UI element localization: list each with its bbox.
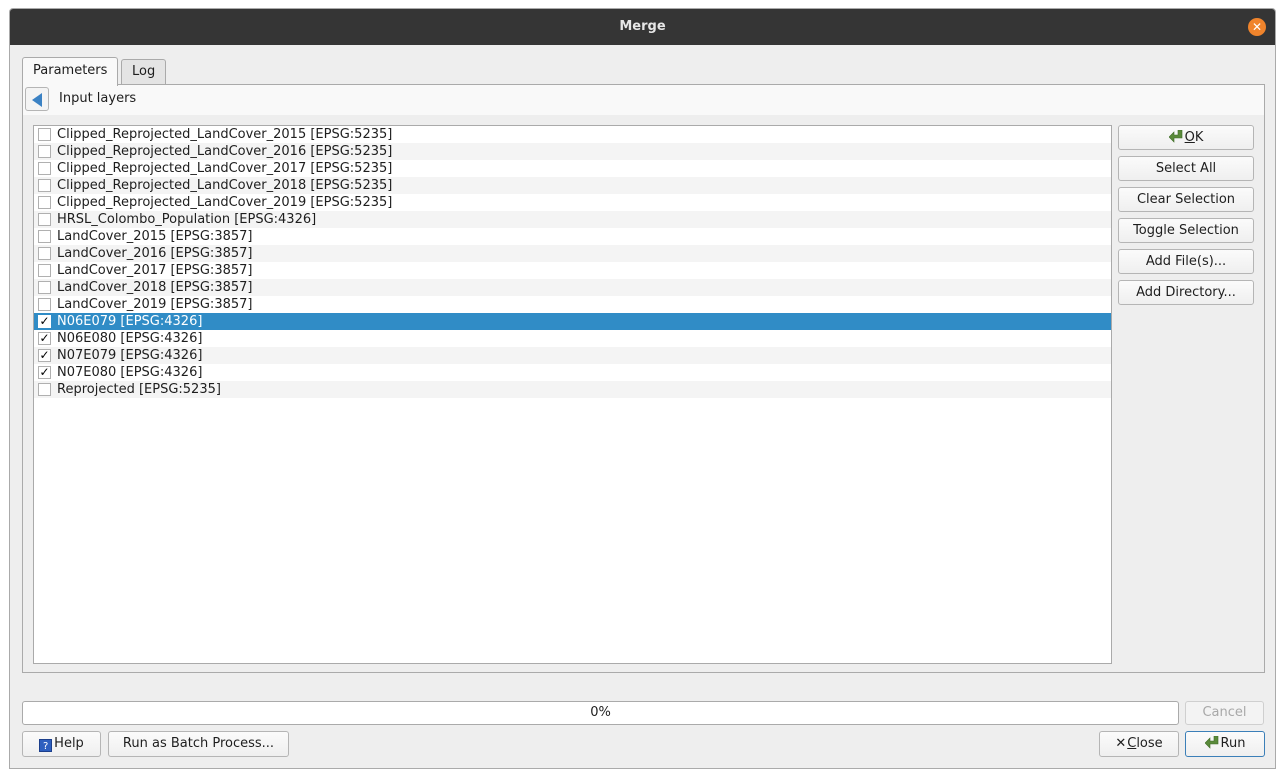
select-all-button[interactable]: Select All	[1118, 156, 1254, 181]
ok-label: K	[1194, 130, 1204, 145]
layer-row[interactable]: Clipped_Reprojected_LandCover_2015 [EPSG…	[34, 126, 1111, 143]
tab-parameters[interactable]: Parameters	[22, 57, 119, 86]
layer-checkbox[interactable]: ✓	[38, 332, 51, 345]
layer-checkbox[interactable]	[38, 264, 51, 277]
layer-row[interactable]: LandCover_2018 [EPSG:3857]	[34, 279, 1111, 296]
close-button[interactable]: ✕Close	[1099, 731, 1179, 757]
merge-dialog: Merge ✕ Parameters Log Input layers Clip…	[9, 8, 1276, 769]
layer-label: N07E080 [EPSG:4326]	[57, 365, 203, 380]
layer-label: N06E080 [EPSG:4326]	[57, 331, 203, 346]
layer-row[interactable]: ✓ N07E080 [EPSG:4326]	[34, 364, 1111, 381]
panel-header: Input layers	[23, 85, 1264, 115]
layer-row[interactable]: Clipped_Reprojected_LandCover_2017 [EPSG…	[34, 160, 1111, 177]
window-close-icon[interactable]: ✕	[1248, 18, 1266, 36]
layer-checkbox[interactable]: ✓	[38, 315, 51, 328]
progress-bar: 0%	[22, 701, 1179, 725]
layer-label: Clipped_Reprojected_LandCover_2015 [EPSG…	[57, 127, 393, 142]
layer-checkbox[interactable]	[38, 145, 51, 158]
run-label: Run	[1220, 736, 1246, 751]
layer-row[interactable]: Clipped_Reprojected_LandCover_2019 [EPSG…	[34, 194, 1111, 211]
layer-row[interactable]: ✓ N06E080 [EPSG:4326]	[34, 330, 1111, 347]
layer-row[interactable]: LandCover_2017 [EPSG:3857]	[34, 262, 1111, 279]
layer-row[interactable]: Clipped_Reprojected_LandCover_2016 [EPSG…	[34, 143, 1111, 160]
run-batch-button[interactable]: Run as Batch Process...	[108, 731, 289, 757]
layer-row[interactable]: LandCover_2015 [EPSG:3857]	[34, 228, 1111, 245]
parameters-panel: Input layers Clipped_Reprojected_LandCov…	[22, 84, 1265, 673]
layer-label: Clipped_Reprojected_LandCover_2016 [EPSG…	[57, 144, 393, 159]
layer-checkbox[interactable]	[38, 230, 51, 243]
layer-checkbox[interactable]	[38, 298, 51, 311]
layer-label: Clipped_Reprojected_LandCover_2018 [EPSG…	[57, 178, 393, 193]
layer-row[interactable]: Clipped_Reprojected_LandCover_2018 [EPSG…	[34, 177, 1111, 194]
help-button[interactable]: ? Help	[22, 731, 101, 757]
layer-row[interactable]: HRSL_Colombo_Population [EPSG:4326]	[34, 211, 1111, 228]
layer-label: N06E079 [EPSG:4326]	[57, 314, 203, 329]
layer-label: Reprojected [EPSG:5235]	[57, 382, 221, 397]
layer-label: Clipped_Reprojected_LandCover_2017 [EPSG…	[57, 161, 393, 176]
layer-checkbox[interactable]: ✓	[38, 366, 51, 379]
layer-checkbox[interactable]	[38, 281, 51, 294]
layer-label: LandCover_2016 [EPSG:3857]	[57, 246, 253, 261]
green-arrow-icon	[1204, 736, 1218, 749]
close-mnemonic: C	[1127, 736, 1137, 751]
cancel-button[interactable]: Cancel	[1185, 701, 1264, 725]
layer-checkbox[interactable]	[38, 383, 51, 396]
layer-row[interactable]: LandCover_2019 [EPSG:3857]	[34, 296, 1111, 313]
close-x-icon: ✕	[1115, 736, 1127, 751]
layer-checkbox[interactable]	[38, 213, 51, 226]
layer-checkbox[interactable]	[38, 196, 51, 209]
run-button[interactable]: Run	[1185, 731, 1265, 757]
layer-label: LandCover_2019 [EPSG:3857]	[57, 297, 253, 312]
layer-label: Clipped_Reprojected_LandCover_2019 [EPSG…	[57, 195, 393, 210]
layer-checkbox[interactable]	[38, 162, 51, 175]
close-label: lose	[1136, 736, 1163, 751]
title-bar: Merge ✕	[10, 9, 1275, 45]
clear-selection-button[interactable]: Clear Selection	[1118, 187, 1254, 212]
layer-row[interactable]: ✓ N06E079 [EPSG:4326]	[34, 313, 1111, 330]
green-arrow-icon	[1168, 130, 1182, 143]
panel-title: Input layers	[59, 91, 137, 106]
layer-row[interactable]: LandCover_2016 [EPSG:3857]	[34, 245, 1111, 262]
progress-label: 0%	[590, 705, 611, 720]
layer-checkbox[interactable]: ✓	[38, 349, 51, 362]
help-icon: ?	[39, 739, 53, 752]
add-directory-button[interactable]: Add Directory...	[1118, 280, 1254, 305]
ok-button[interactable]: OK	[1118, 125, 1254, 150]
add-files-button[interactable]: Add File(s)...	[1118, 249, 1254, 274]
ok-mnemonic: O	[1184, 130, 1195, 145]
back-arrow-icon[interactable]	[25, 87, 49, 111]
toggle-selection-button[interactable]: Toggle Selection	[1118, 218, 1254, 243]
layer-checkbox[interactable]	[38, 247, 51, 260]
layer-row[interactable]: Reprojected [EPSG:5235]	[34, 381, 1111, 398]
window-title: Merge	[619, 19, 666, 34]
layer-label: HRSL_Colombo_Population [EPSG:4326]	[57, 212, 317, 227]
layer-label: LandCover_2015 [EPSG:3857]	[57, 229, 253, 244]
layer-checkbox[interactable]	[38, 128, 51, 141]
input-layers-list[interactable]: Clipped_Reprojected_LandCover_2015 [EPSG…	[33, 125, 1112, 664]
layer-label: LandCover_2017 [EPSG:3857]	[57, 263, 253, 278]
layer-label: N07E079 [EPSG:4326]	[57, 348, 203, 363]
tab-log[interactable]: Log	[121, 59, 167, 85]
help-label: Help	[54, 736, 84, 751]
selection-buttons: OK Select All Clear Selection Toggle Sel…	[1118, 125, 1254, 311]
layer-label: LandCover_2018 [EPSG:3857]	[57, 280, 253, 295]
layer-row[interactable]: ✓ N07E079 [EPSG:4326]	[34, 347, 1111, 364]
layer-checkbox[interactable]	[38, 179, 51, 192]
